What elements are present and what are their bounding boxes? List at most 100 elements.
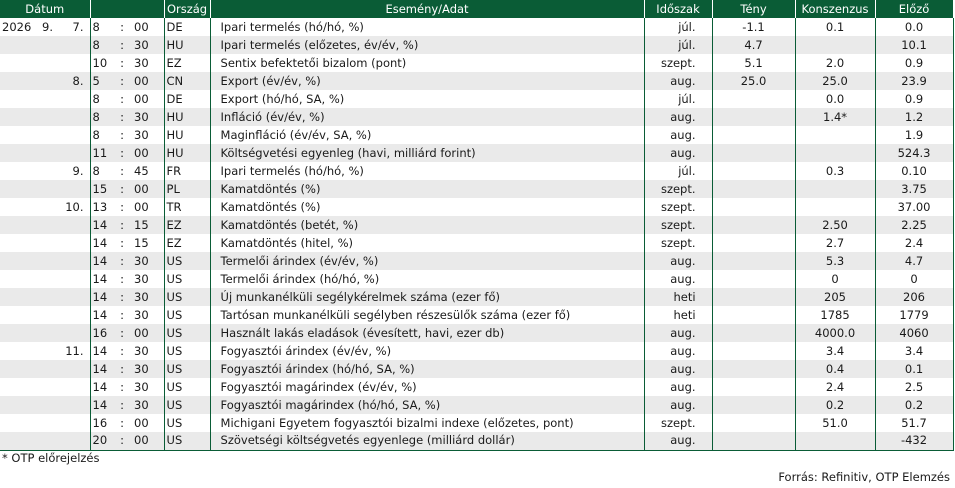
header-row: Dátum Ország Esemény/Adat Időszak Tény K…: [0, 0, 954, 18]
cell-year: [0, 360, 40, 378]
table-row: 8:30 HU Infláció (év/év, %) aug. 1.4* 1.2: [0, 108, 954, 126]
cell-previous: 3.75: [874, 180, 954, 198]
cell-minute: 30: [132, 108, 165, 126]
cell-time-separator: :: [112, 396, 132, 414]
cell-country: US: [163, 396, 211, 414]
cell-hour: 14: [89, 396, 112, 414]
cell-previous: 1779: [874, 306, 954, 324]
cell-actual: 25.0: [711, 72, 796, 90]
cell-country: TR: [163, 198, 211, 216]
cell-period: aug.: [643, 72, 713, 90]
cell-month: [40, 288, 53, 306]
cell-period: aug.: [643, 270, 713, 288]
cell-day: [53, 378, 90, 396]
cell-actual: [711, 414, 796, 432]
cell-minute: 15: [132, 234, 165, 252]
cell-year: [0, 306, 40, 324]
cell-month: [40, 378, 53, 396]
cell-time-separator: :: [112, 360, 132, 378]
cell-day: [53, 234, 90, 252]
cell-minute: 00: [132, 180, 165, 198]
cell-time-separator: :: [112, 162, 132, 180]
cell-month: [40, 432, 53, 451]
cell-event: Ipari termelés (hó/hó, %): [209, 18, 645, 36]
cell-time-separator: :: [112, 378, 132, 396]
table-row: 20:00 US Szövetségi költségvetés egyenlege…: [0, 432, 954, 451]
cell-year: [0, 54, 40, 72]
cell-previous: 1.2: [874, 108, 954, 126]
cell-time-separator: :: [112, 108, 132, 126]
cell-period: aug.: [643, 126, 713, 144]
cell-day: [53, 180, 90, 198]
cell-day: [53, 360, 90, 378]
cell-consensus: 0.4: [794, 360, 876, 378]
cell-event: Termelői árindex (év/év, %): [209, 252, 645, 270]
cell-year: [0, 396, 40, 414]
table-row: 14:30 US Új munkanélküli segélykérelmek sz…: [0, 288, 954, 306]
header-time-blank: [90, 0, 165, 18]
economic-calendar-table: Dátum Ország Esemény/Adat Időszak Tény K…: [0, 0, 954, 451]
table-row: 14:15 EZ Kamatdöntés (betét, %) szept. 2.50 2…: [0, 216, 954, 234]
cell-minute: 30: [132, 306, 165, 324]
cell-minute: 30: [132, 270, 165, 288]
cell-consensus: 2.50: [794, 216, 876, 234]
cell-period: júl.: [643, 90, 713, 108]
header-konszenzus: Konszenzus: [795, 0, 876, 18]
cell-minute: 30: [132, 126, 165, 144]
cell-hour: 8: [89, 126, 112, 144]
table-row: 14:30 US Tartósan munkanélküli segélyben r…: [0, 306, 954, 324]
cell-hour: 8: [89, 18, 112, 36]
cell-month: [40, 234, 53, 252]
table-row: 10:30 EZ Sentix befektetői bizalom (pont) s…: [0, 54, 954, 72]
cell-period: szept.: [643, 198, 713, 216]
cell-actual: 4.7: [711, 36, 796, 54]
cell-day: [53, 432, 90, 451]
cell-actual: [711, 198, 796, 216]
cell-day: 8.: [53, 72, 90, 90]
cell-event: Kamatdöntés (betét, %): [209, 216, 645, 234]
cell-year: [0, 234, 40, 252]
cell-minute: 00: [132, 198, 165, 216]
cell-year: [0, 36, 40, 54]
cell-hour: 14: [89, 252, 112, 270]
cell-country: US: [163, 414, 211, 432]
cell-country: EZ: [163, 54, 211, 72]
cell-month: 9.: [40, 18, 53, 36]
cell-period: aug.: [643, 432, 713, 451]
cell-previous: 10.1: [874, 36, 954, 54]
cell-time-separator: :: [112, 414, 132, 432]
cell-actual: [711, 126, 796, 144]
cell-consensus: 0: [794, 270, 876, 288]
cell-hour: 16: [89, 414, 112, 432]
cell-minute: 00: [132, 72, 165, 90]
cell-event: Kamatdöntés (%): [209, 198, 645, 216]
cell-day: [53, 54, 90, 72]
cell-previous: -432: [874, 432, 954, 451]
cell-previous: 51.7: [874, 414, 954, 432]
cell-hour: 8: [89, 36, 112, 54]
table-body: 2026 9. 7. 8:00 DE Ipari termelés (hó/hó, %) j…: [0, 18, 954, 451]
cell-consensus: 3.4: [794, 342, 876, 360]
cell-year: [0, 72, 40, 90]
cell-day: [53, 216, 90, 234]
cell-time-separator: :: [112, 180, 132, 198]
footnote: * OTP előrejelzés: [2, 451, 100, 465]
cell-event: Új munkanélküli segélykérelmek száma (ez…: [209, 288, 645, 306]
cell-previous: 2.4: [874, 234, 954, 252]
cell-consensus: 1785: [794, 306, 876, 324]
cell-previous: 0.10: [874, 162, 954, 180]
cell-period: szept.: [643, 234, 713, 252]
cell-event: Ipari termelés (előzetes, év/év, %): [209, 36, 645, 54]
cell-event: Kamatdöntés (hitel, %): [209, 234, 645, 252]
cell-country: US: [163, 252, 211, 270]
cell-minute: 00: [132, 90, 165, 108]
cell-hour: 10: [89, 54, 112, 72]
cell-previous: 37.00: [874, 198, 954, 216]
cell-day: 11.: [53, 342, 90, 360]
cell-actual: [711, 216, 796, 234]
cell-time-separator: :: [112, 288, 132, 306]
cell-period: aug.: [643, 342, 713, 360]
cell-hour: 14: [89, 378, 112, 396]
cell-month: [40, 126, 53, 144]
cell-day: [53, 36, 90, 54]
